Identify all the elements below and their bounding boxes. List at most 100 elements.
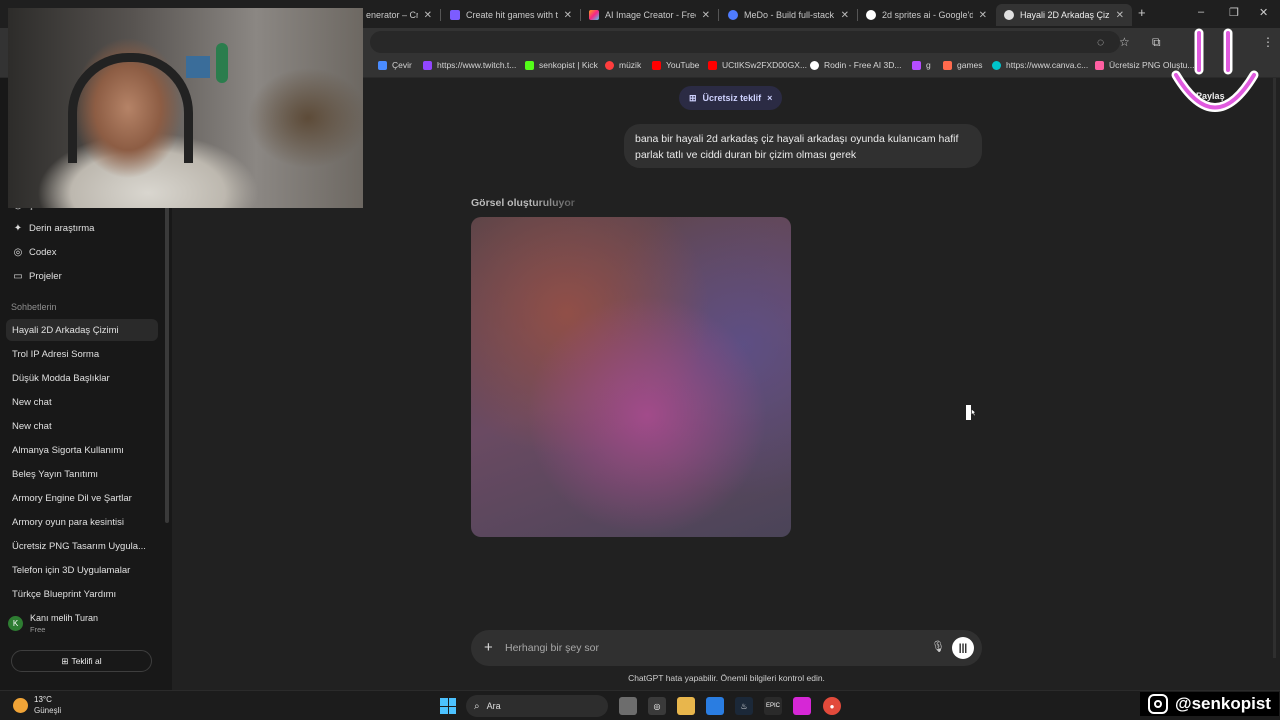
bookmark-label: UCtIKSw2FXD00GX... [722, 60, 808, 70]
browser-tab[interactable]: MeDo - Build full-stack A ✕ [720, 4, 857, 26]
chat-item[interactable]: Beleş Yayın Tanıtımı [6, 463, 158, 485]
minimize-button[interactable]: – [1198, 6, 1204, 18]
bookmark-label: müzik [619, 60, 642, 70]
bookmark[interactable]: müzik [605, 60, 641, 70]
upgrade-label: Teklifi al [71, 656, 102, 666]
epic-games-icon[interactable]: EPIC [764, 697, 782, 715]
chat-item[interactable]: Düşük Modda Başlıklar [6, 367, 158, 389]
tab-title: MeDo - Build full-stack A [744, 10, 835, 20]
favicon-icon [589, 10, 599, 20]
taskbar: 13°C Güneşli ⌕ Ara ◎ ♨ EPIC ● [0, 690, 1280, 720]
google-icon [866, 10, 876, 20]
bookmark[interactable]: https://www.canva.c... [992, 60, 1088, 70]
bookmark[interactable]: UCtIKSw2FXD00GX... [708, 60, 807, 70]
bookmark-label: games [957, 60, 983, 70]
sidebar-item-codex[interactable]: ◎ Codex [6, 241, 158, 263]
extensions-icon[interactable]: ⧉ [1152, 35, 1161, 50]
favicon-icon [728, 10, 738, 20]
chat-item-active[interactable]: Hayali 2D Arkadaş Çizimi [6, 319, 158, 341]
chat-item[interactable]: Ücretsiz PNG Tasarım Uygula... [6, 535, 158, 557]
chat-title: Hayali 2D Arkadaş Çizimi [12, 324, 119, 336]
bookmark-label: YouTube [666, 60, 700, 70]
bookmark-label: senkopist | Kick [539, 60, 598, 70]
streamer-logo-icon [1171, 28, 1259, 112]
maximize-button[interactable]: ❐ [1229, 6, 1239, 19]
chat-item[interactable]: New chat [6, 391, 158, 413]
add-attachment-icon[interactable]: + [484, 639, 493, 656]
chrome-icon[interactable]: ● [823, 697, 841, 715]
bookmark[interactable]: https://www.twitch.t... [423, 60, 516, 70]
copilot-icon[interactable]: ◎ [648, 697, 666, 715]
bookmark-star-icon[interactable]: ☆ [1119, 35, 1130, 49]
browser-tab[interactable]: Create hit games with the ✕ [442, 4, 580, 26]
chats-heading: Sohbetlerin [11, 302, 57, 312]
app-icon[interactable] [793, 697, 811, 715]
bookmark[interactable]: senkopist | Kick [525, 60, 598, 70]
microphone-icon[interactable]: 🎙 [931, 640, 945, 653]
tab-title: 2d sprites ai - Google'da [882, 10, 973, 20]
close-icon[interactable]: ✕ [424, 10, 432, 21]
bookmark[interactable]: Çevir [378, 60, 412, 70]
twitch-icon [423, 60, 432, 70]
bookmark[interactable]: YouTube [652, 60, 699, 70]
user-plan: Free [30, 625, 46, 634]
chat-title: Düşük Modda Başlıklar [12, 372, 110, 384]
browser-tab[interactable]: enerator – Cre ✕ [358, 4, 440, 26]
task-view-icon[interactable] [619, 697, 637, 715]
browser-tab[interactable]: 2d sprites ai - Google'da ✕ [858, 4, 995, 26]
new-tab-button[interactable]: + [1138, 5, 1146, 20]
chat-item[interactable]: New chat [6, 415, 158, 437]
sun-icon[interactable] [13, 698, 28, 713]
codex-icon: ◎ [13, 246, 23, 258]
sidebar-item-deep-research[interactable]: ✦ Derin araştırma [6, 217, 158, 239]
browser-tab-active[interactable]: Hayali 2D Arkadaş Çizimi ✕ [996, 4, 1132, 26]
sidebar-item-projects[interactable]: ▭ Projeler [6, 265, 158, 287]
browser-tab[interactable]: AI Image Creator - Free O ✕ [581, 4, 718, 26]
file-explorer-icon[interactable] [677, 697, 695, 715]
instagram-icon [1148, 694, 1168, 714]
tab-title: AI Image Creator - Free O [605, 10, 696, 20]
chat-item[interactable]: Telefon için 3D Uygulamalar [6, 559, 158, 581]
taskbar-search[interactable]: ⌕ Ara [466, 695, 608, 717]
bookmark[interactable]: Rodin - Free AI 3D... [810, 60, 901, 70]
main-scrollbar[interactable] [1273, 78, 1276, 658]
user-profile[interactable]: K Kanı melih Turan Free [8, 613, 98, 634]
youtube-icon [652, 60, 661, 70]
free-offer-badge[interactable]: ⊞ Ücretsiz teklif × [679, 86, 783, 110]
chat-item[interactable]: Türkçe Blueprint Yardımı [6, 583, 158, 605]
url-field[interactable] [370, 31, 1120, 53]
prompt-input[interactable] [505, 639, 925, 657]
close-icon[interactable]: ✕ [702, 10, 710, 21]
kick-icon [525, 60, 534, 70]
canva-icon [992, 60, 1001, 70]
chat-item[interactable]: Armory oyun para kesintisi [6, 511, 158, 533]
store-icon[interactable] [706, 697, 724, 715]
wall-poster [186, 56, 210, 78]
close-icon[interactable]: ✕ [841, 10, 849, 21]
tab-title: Create hit games with the [466, 10, 558, 20]
close-icon[interactable]: ✕ [564, 10, 572, 21]
weather-description[interactable]: Güneşli [34, 706, 61, 715]
start-button[interactable] [440, 698, 456, 714]
close-window-button[interactable]: ✕ [1259, 6, 1268, 19]
bookmark-label: g [926, 60, 931, 70]
bookmark[interactable]: games [943, 60, 983, 70]
instagram-handle-label: @senkopist [1175, 694, 1271, 713]
voice-mode-button[interactable]: ||| [952, 637, 974, 659]
steam-icon[interactable]: ♨ [735, 697, 753, 715]
chat-title: Armory oyun para kesintisi [12, 516, 124, 528]
close-icon[interactable]: ✕ [979, 10, 987, 21]
chat-title: Armory Engine Dil ve Şartlar [12, 492, 132, 504]
bookmark[interactable]: g [912, 60, 931, 70]
close-icon[interactable]: × [767, 93, 772, 103]
upgrade-button[interactable]: ⊞ Teklifi al [11, 650, 152, 672]
chat-item[interactable]: Armory Engine Dil ve Şartlar [6, 487, 158, 509]
chat-title: New chat [12, 420, 52, 432]
chat-item[interactable]: Almanya Sigorta Kullanımı [6, 439, 158, 461]
parrot-figure [216, 43, 228, 83]
weather-temperature[interactable]: 13°C [34, 695, 52, 704]
hidden-eye-icon[interactable]: ◌ [1097, 35, 1104, 49]
close-icon[interactable]: ✕ [1116, 10, 1124, 21]
chat-item[interactable]: Trol IP Adresi Sorma [6, 343, 158, 365]
sidebar-scrollbar[interactable] [165, 203, 169, 523]
